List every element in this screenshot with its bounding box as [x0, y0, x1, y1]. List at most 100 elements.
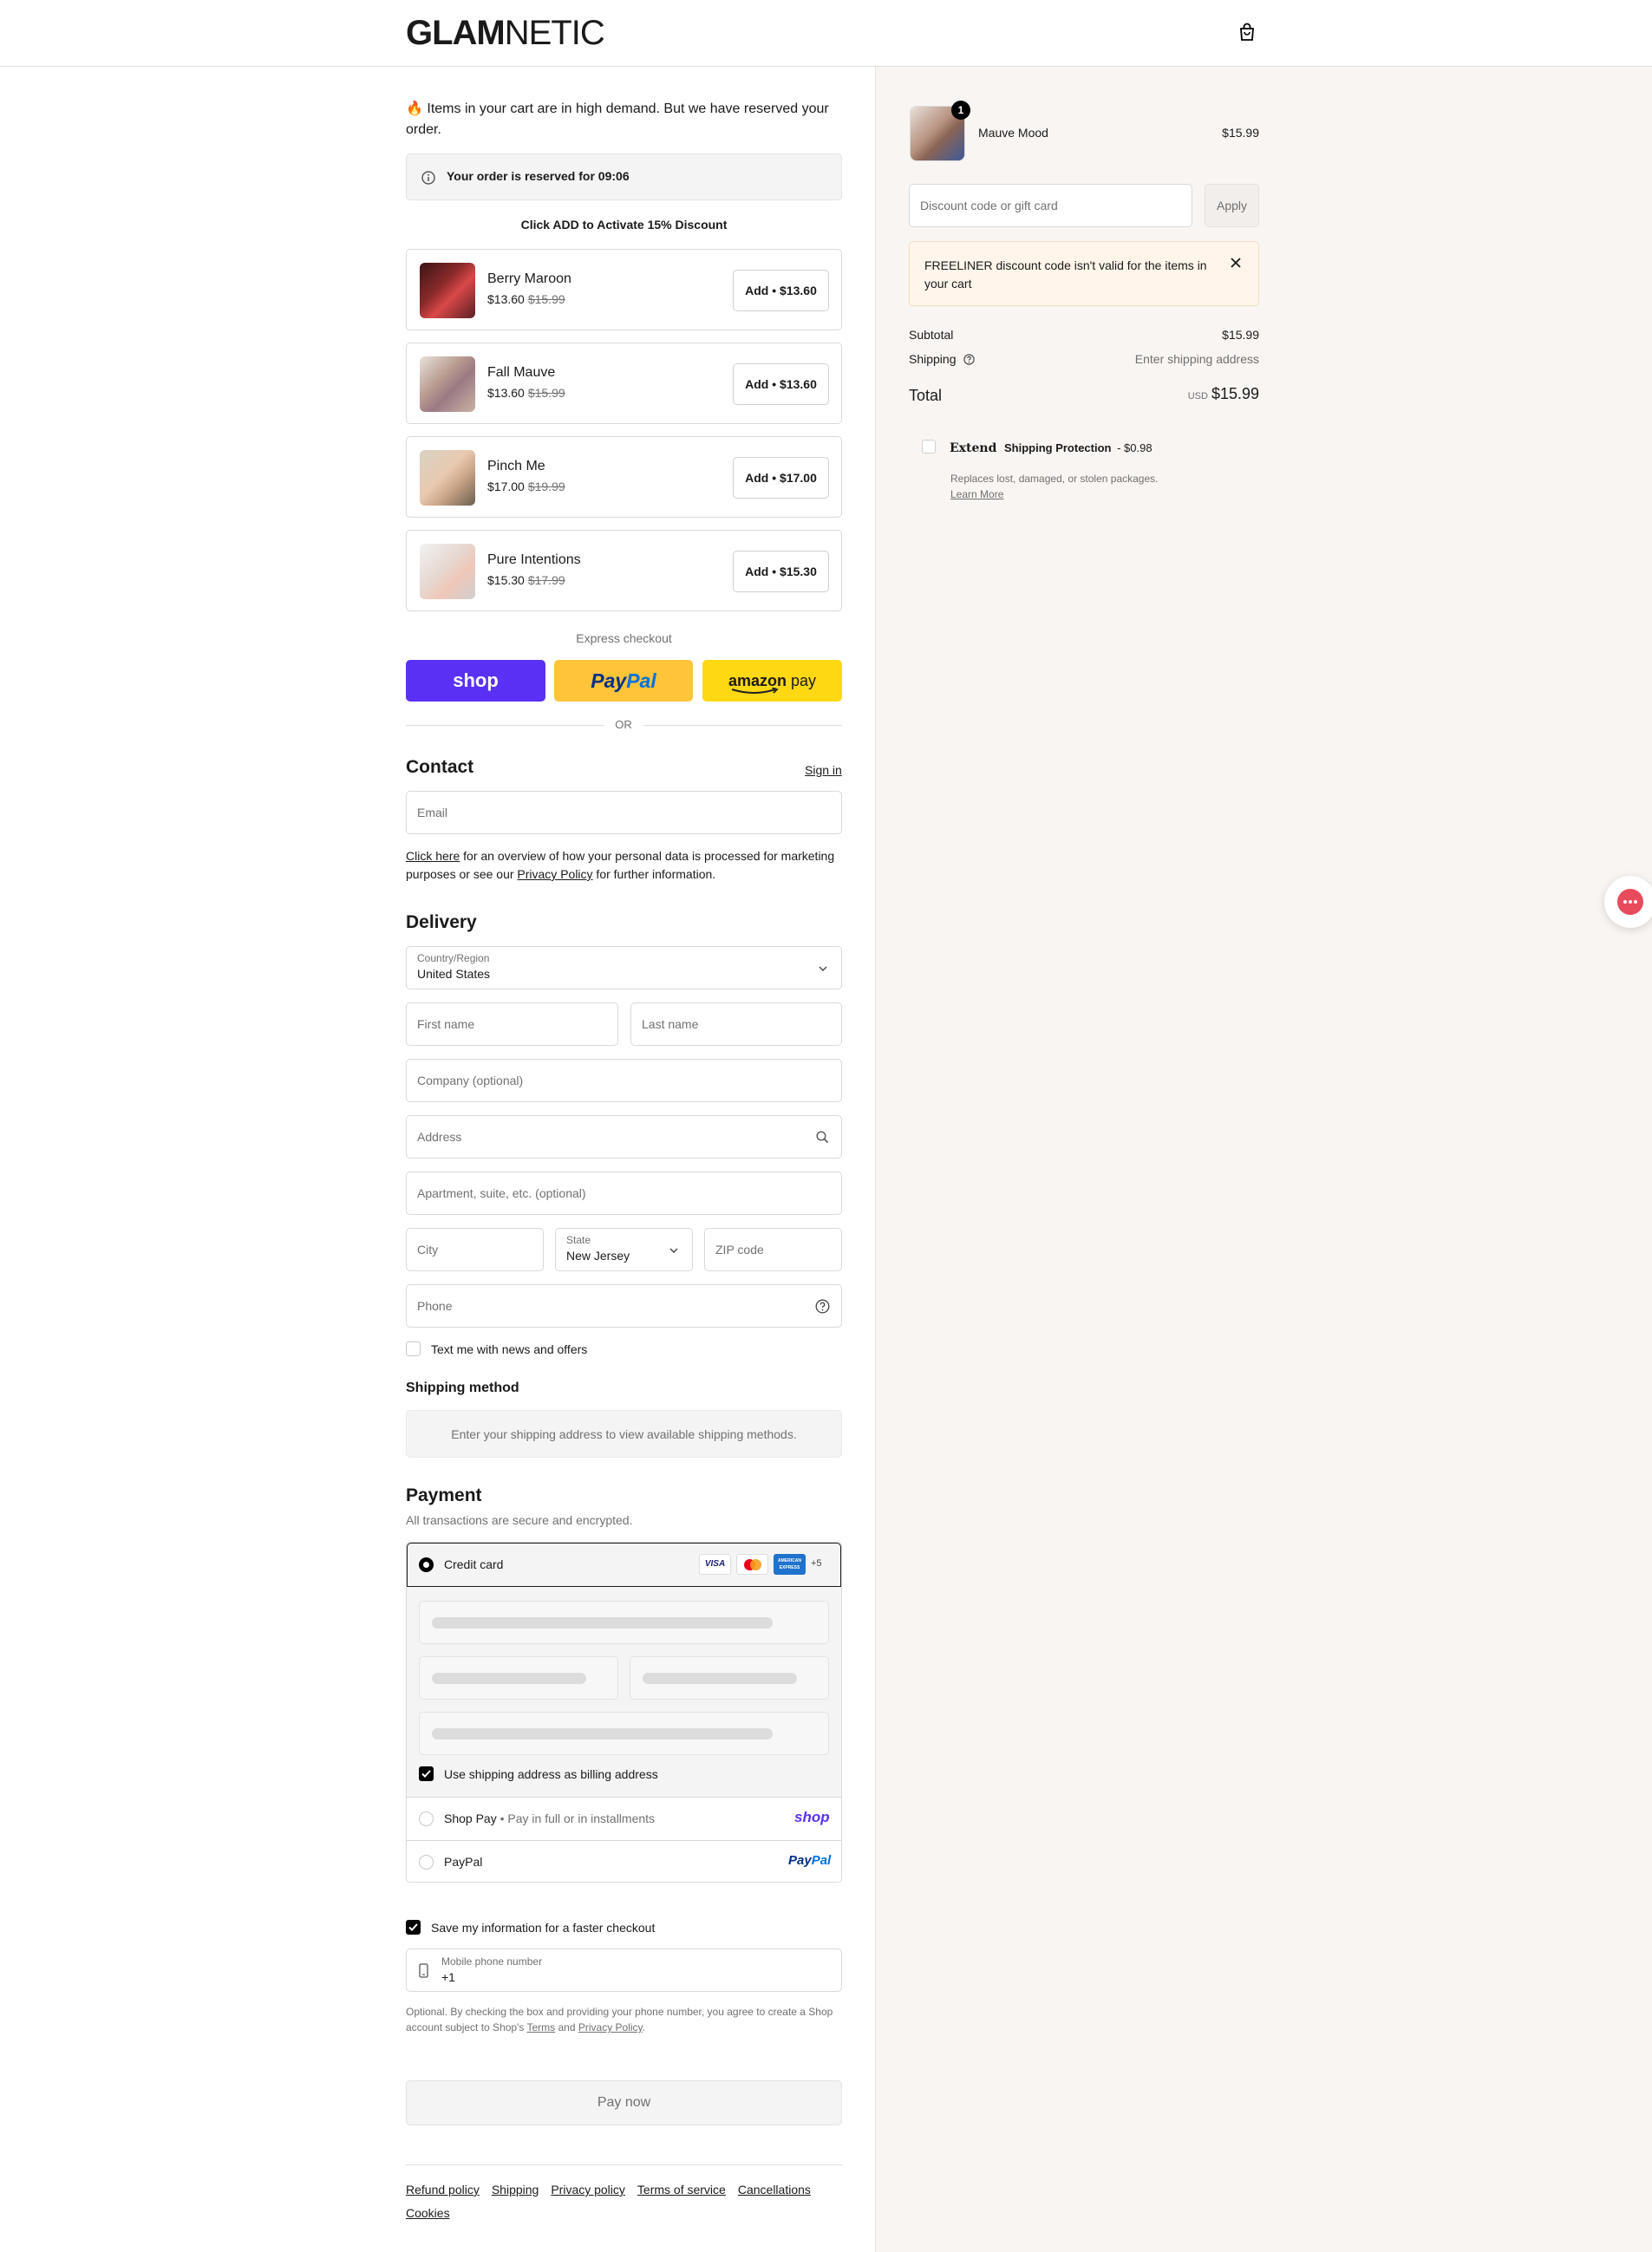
shop-pay-express-button[interactable]: shop [406, 660, 545, 702]
payment-title: Payment [406, 1485, 482, 1505]
add-upsell-button[interactable]: Add • $15.30 [733, 551, 829, 592]
chevron-down-icon [669, 1248, 678, 1253]
card-number-field[interactable] [419, 1601, 829, 1644]
paypal-label: PayPal [444, 1855, 483, 1869]
item-quantity-badge: 1 [951, 101, 970, 120]
click-here-link[interactable]: Click here [406, 849, 460, 863]
chat-bubble-icon [1617, 889, 1643, 915]
pay-now-button[interactable]: Pay now [406, 2080, 842, 2125]
shop-pay-radio[interactable] [419, 1811, 434, 1826]
extend-logo: Extend [950, 441, 997, 455]
shop-logo: shop [453, 669, 499, 691]
save-info-checkbox[interactable] [406, 1920, 421, 1935]
country-select[interactable]: Country/Region United States [406, 946, 842, 989]
phone-field[interactable]: Phone [406, 1284, 842, 1328]
city-field[interactable]: City [406, 1228, 544, 1271]
visa-icon: VISA [699, 1554, 731, 1575]
email-field[interactable]: Email [406, 791, 842, 834]
terms-of-service-link[interactable]: Terms of service [637, 2183, 726, 2197]
discount-code-field[interactable]: Discount code or gift card [909, 184, 1192, 227]
cookies-link[interactable]: Cookies [406, 2206, 450, 2220]
discount-error-banner: FREELINER discount code isn't valid for … [909, 241, 1259, 306]
amazon-pay-express-button[interactable]: amazon pay [702, 660, 842, 702]
discount-error-text: FREELINER discount code isn't valid for … [924, 258, 1207, 290]
product-thumbnail [420, 263, 475, 318]
loading-skeleton [432, 1673, 586, 1684]
upsell-name: Pure Intentions [487, 552, 581, 567]
state-select[interactable]: State New Jersey [555, 1228, 693, 1271]
footer-divider [406, 2164, 842, 2165]
add-upsell-button[interactable]: Add • $13.60 [733, 363, 829, 405]
save-info-label: Save my information for a faster checkou… [431, 1921, 656, 1935]
zip-field[interactable]: ZIP code [704, 1228, 842, 1271]
store-logo[interactable]: GLAMNETIC [406, 14, 605, 52]
upsell-item: Fall Mauve $13.60 $15.99 Add • $13.60 [406, 343, 842, 424]
credit-card-radio[interactable] [419, 1557, 434, 1572]
help-circle-icon[interactable] [815, 1299, 830, 1314]
product-thumbnail [420, 544, 475, 599]
contact-title: Contact [406, 757, 474, 777]
paypal-radio[interactable] [419, 1855, 434, 1870]
text-me-checkbox[interactable] [406, 1341, 421, 1356]
delivery-title: Delivery [406, 912, 477, 932]
last-name-field[interactable]: Last name [630, 1002, 842, 1046]
expiry-field[interactable] [419, 1656, 618, 1700]
or-label: OR [604, 718, 643, 731]
chat-widget-button[interactable] [1604, 876, 1652, 928]
checkmark-icon [421, 1770, 431, 1778]
cancellations-link[interactable]: Cancellations [738, 2183, 811, 2197]
shop-privacy-link[interactable]: Privacy Policy [578, 2021, 643, 2033]
refund-policy-link[interactable]: Refund policy [406, 2183, 480, 2197]
close-icon[interactable] [1231, 258, 1241, 268]
demand-text: Items in your cart are in high demand. B… [406, 101, 829, 137]
help-circle-icon[interactable] [963, 354, 976, 365]
address-field[interactable]: Address [406, 1115, 842, 1159]
apartment-field[interactable]: Apartment, suite, etc. (optional) [406, 1172, 842, 1215]
amex-icon: AMERICAN EXPRESS [774, 1554, 806, 1575]
privacy-policy-footer-link[interactable]: Privacy policy [551, 2183, 625, 2197]
upsell-price: $13.60 $15.99 [487, 292, 565, 306]
search-icon [816, 1131, 829, 1144]
paypal-logo: PayPal [788, 1853, 832, 1868]
paypal-express-button[interactable]: PayPal [554, 660, 693, 702]
apply-discount-button[interactable]: Apply [1205, 184, 1259, 227]
sign-in-link[interactable]: Sign in [805, 763, 842, 777]
upsell-item: Pure Intentions $15.30 $17.99 Add • $15.3… [406, 530, 842, 611]
loading-skeleton [432, 1728, 773, 1740]
terms-link[interactable]: Terms [527, 2021, 556, 2033]
more-cards-badge: +5 [811, 1558, 822, 1569]
privacy-policy-link[interactable]: Privacy Policy [517, 867, 592, 881]
shopping-bag-icon[interactable] [1238, 23, 1256, 42]
shipping-protection-label: Extend Shipping Protection - $0.98 [950, 441, 1152, 455]
subtotal-label: Subtotal [909, 328, 954, 342]
shipping-link[interactable]: Shipping [492, 2183, 539, 2197]
shipping-protection-checkbox[interactable] [922, 440, 936, 454]
learn-more-link[interactable]: Learn More [950, 488, 1003, 500]
upsell-heading: Click ADD to Activate 15% Discount [520, 218, 728, 232]
first-name-field[interactable]: First name [406, 1002, 618, 1046]
shipping-label: Shipping [909, 352, 976, 366]
upsell-item: Berry Maroon $13.60 $15.99 Add • $13.60 [406, 249, 842, 330]
shop-pay-logo: shop [794, 1809, 830, 1825]
express-checkout-label: Express checkout [576, 631, 672, 645]
upsell-name: Berry Maroon [487, 271, 571, 286]
mobile-phone-field[interactable]: Mobile phone number +1 [406, 1948, 842, 1992]
upsell-price: $17.00 $19.99 [487, 480, 565, 493]
reservation-banner: Your order is reserved for 09:06 [406, 153, 842, 200]
name-on-card-field[interactable] [419, 1712, 829, 1755]
billing-address-checkbox[interactable] [419, 1766, 434, 1781]
upsell-price: $15.30 $17.99 [487, 573, 565, 587]
site-header: GLAMNETIC [0, 0, 1652, 67]
billing-address-label: Use shipping address as billing address [444, 1767, 658, 1781]
add-upsell-button[interactable]: Add • $13.60 [733, 270, 829, 311]
security-code-field[interactable] [630, 1656, 829, 1700]
checkmark-icon [408, 1923, 418, 1931]
paypal-logo: PayPal [591, 669, 656, 692]
mobile-phone-icon [419, 1963, 428, 1978]
company-field[interactable]: Company (optional) [406, 1059, 842, 1102]
add-upsell-button[interactable]: Add • $17.00 [733, 457, 829, 499]
reservation-text: Your order is reserved for 09:06 [447, 169, 630, 183]
footer-links: Refund policy Shipping Privacy policy Terms… [406, 2178, 842, 2225]
credit-card-label: Credit card [444, 1557, 504, 1571]
mastercard-icon [736, 1554, 768, 1575]
